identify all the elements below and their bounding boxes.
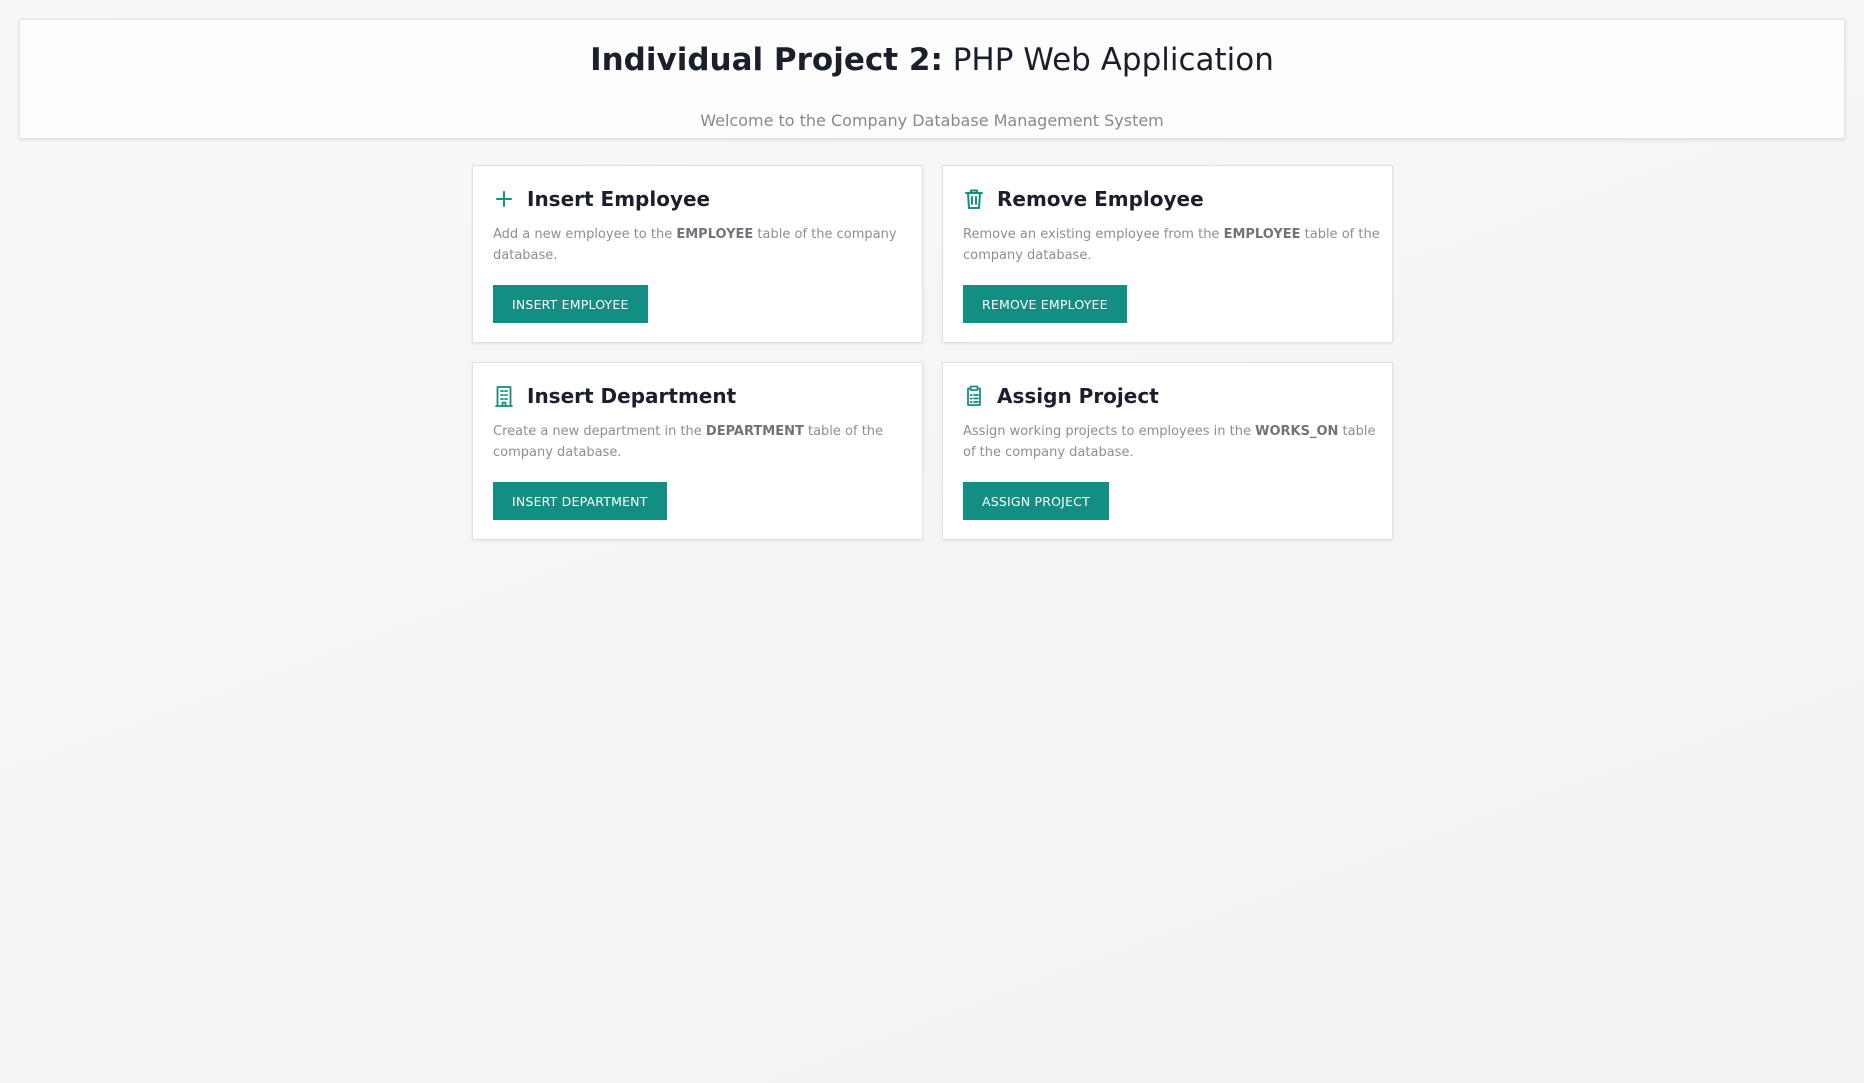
card-description: Remove an existing employee from the EMP… xyxy=(963,224,1383,266)
page-subtitle: Welcome to the Company Database Manageme… xyxy=(700,111,1164,130)
page-header: Individual Project 2: PHP Web Applicatio… xyxy=(19,19,1845,139)
card-title: Insert Department xyxy=(527,384,737,408)
clipboard-icon xyxy=(963,384,985,408)
card-title: Remove Employee xyxy=(997,187,1204,211)
insert-employee-button[interactable]: INSERT EMPLOYEE xyxy=(493,285,648,323)
table-name: DEPARTMENT xyxy=(705,424,804,439)
table-name: EMPLOYEE xyxy=(676,227,754,242)
card-description: Add a new employee to the EMPLOYEE table… xyxy=(493,224,913,266)
table-name: EMPLOYEE xyxy=(1223,227,1301,242)
card-description: Create a new department in the DEPARTMEN… xyxy=(493,421,913,463)
building-icon xyxy=(493,384,515,408)
action-cards: Insert Employee Add a new employee to th… xyxy=(472,165,1393,540)
table-name: WORKS_ON xyxy=(1255,424,1339,439)
assign-project-card: Assign Project Assign working projects t… xyxy=(942,362,1393,540)
insert-employee-card: Insert Employee Add a new employee to th… xyxy=(472,165,923,343)
assign-project-button[interactable]: ASSIGN PROJECT xyxy=(963,482,1109,520)
remove-employee-button[interactable]: REMOVE EMPLOYEE xyxy=(963,285,1127,323)
remove-employee-card: Remove Employee Remove an existing emplo… xyxy=(942,165,1393,343)
page-title: Individual Project 2: PHP Web Applicatio… xyxy=(20,42,1844,78)
page-title-bold: Individual Project 2: xyxy=(590,42,943,78)
plus-icon xyxy=(493,187,515,211)
card-description: Assign working projects to employees in … xyxy=(963,421,1383,463)
card-title: Insert Employee xyxy=(527,187,711,211)
page-title-rest: PHP Web Application xyxy=(942,42,1274,78)
desc-text: Add a new employee to the xyxy=(493,227,677,242)
card-title: Assign Project xyxy=(997,384,1159,408)
desc-text: Create a new department in the xyxy=(493,424,706,439)
desc-text: Remove an existing employee from the xyxy=(963,227,1224,242)
insert-department-card: Insert Department Create a new departmen… xyxy=(472,362,923,540)
desc-text: Assign working projects to employees in … xyxy=(963,424,1256,439)
insert-department-button[interactable]: INSERT DEPARTMENT xyxy=(493,482,667,520)
trash-icon xyxy=(963,187,985,211)
